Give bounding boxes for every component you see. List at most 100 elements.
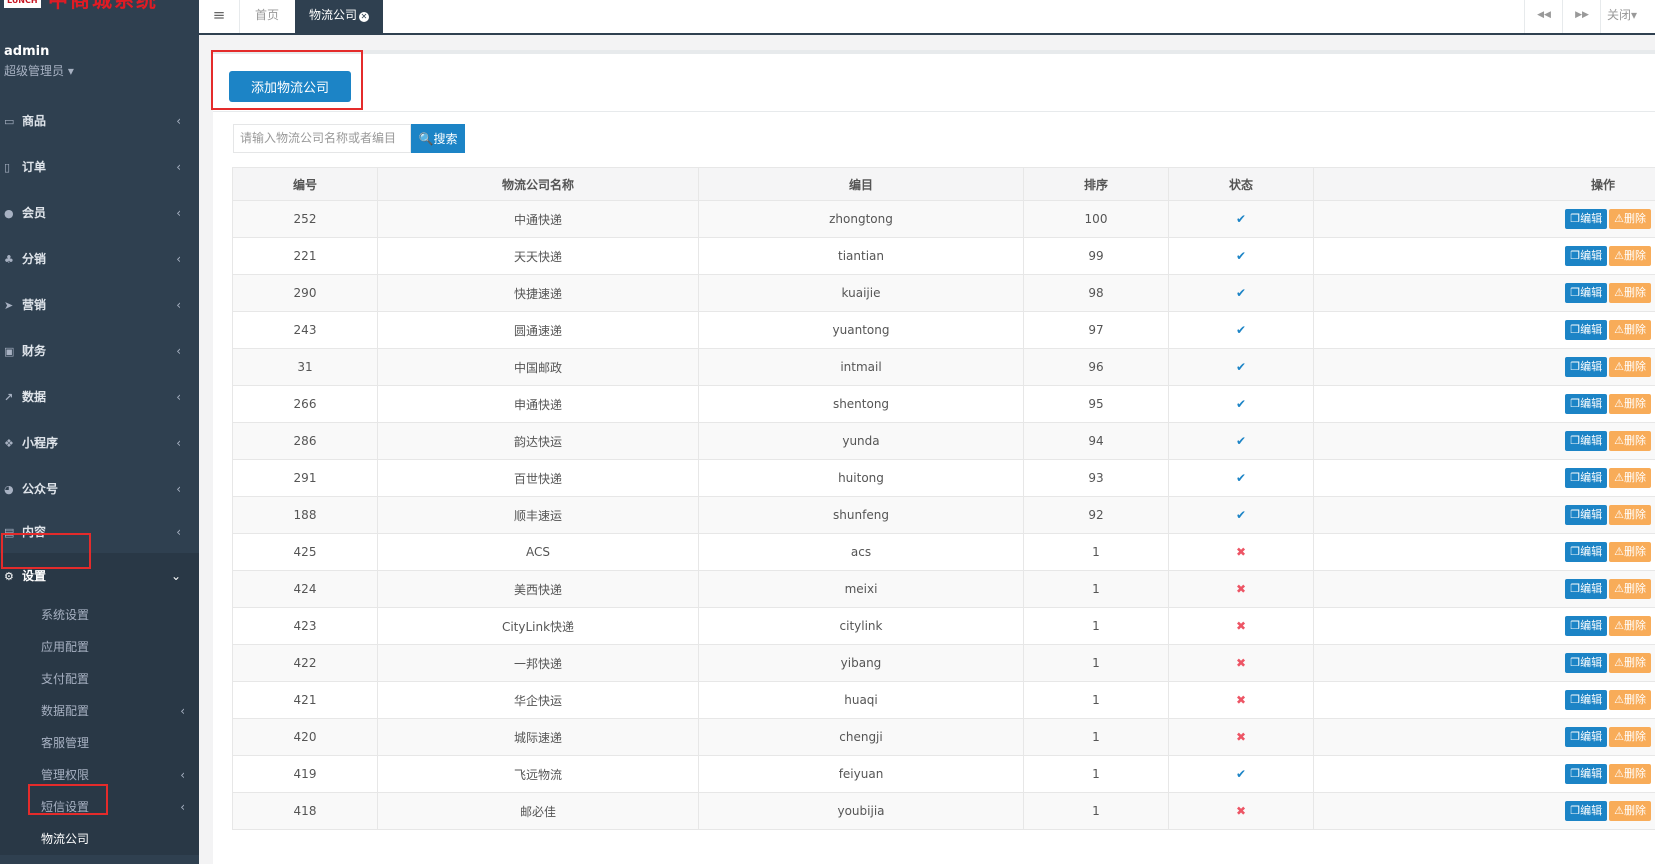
edit-button[interactable]: ❐编辑	[1565, 653, 1608, 673]
cell-status: ✖	[1168, 718, 1314, 756]
sidebar-item-9[interactable]: ▤ 内容 ‹	[0, 512, 199, 553]
submenu-item-label: 客服管理	[41, 736, 90, 750]
delete-button[interactable]: ⚠删除	[1609, 505, 1651, 525]
delete-button[interactable]: ⚠删除	[1609, 579, 1651, 599]
delete-label: 删除	[1624, 582, 1646, 595]
cell-code: tiantian	[698, 237, 1024, 275]
edit-icon: ❐	[1570, 804, 1581, 817]
cell-sort: 1	[1023, 533, 1169, 571]
menu-toggle-icon[interactable]: ≡	[199, 0, 240, 33]
delete-label: 删除	[1624, 249, 1646, 262]
sidebar-item-7[interactable]: ❖ 小程序 ‹	[0, 420, 199, 466]
edit-button[interactable]: ❐编辑	[1565, 764, 1608, 784]
edit-button[interactable]: ❐编辑	[1565, 690, 1608, 710]
sidebar-item-4[interactable]: ➤ 营销 ‹	[0, 282, 199, 328]
sidebar-item-5[interactable]: ▣ 财务 ‹	[0, 328, 199, 374]
warning-icon: ⚠	[1614, 804, 1624, 817]
add-logistics-company-button[interactable]: 添加物流公司	[229, 71, 351, 102]
cell-id: 243	[232, 311, 378, 349]
edit-button[interactable]: ❐编辑	[1565, 394, 1608, 414]
cross-icon: ✖	[1235, 545, 1247, 559]
warning-icon: ⚠	[1614, 471, 1624, 484]
warning-icon: ⚠	[1614, 545, 1624, 558]
sidebar-item-3[interactable]: ♣ 分销 ‹	[0, 236, 199, 282]
edit-button[interactable]: ❐编辑	[1565, 727, 1608, 747]
delete-button[interactable]: ⚠删除	[1609, 209, 1651, 229]
submenu-item-0[interactable]: 系统设置	[0, 599, 199, 631]
search-input[interactable]: 请输入物流公司名称或者编目	[233, 124, 411, 153]
submenu-item-5[interactable]: 管理权限 ‹	[0, 759, 199, 791]
delete-label: 删除	[1624, 693, 1646, 706]
edit-icon: ❐	[1570, 693, 1581, 706]
delete-button[interactable]: ⚠删除	[1609, 320, 1651, 340]
table-row: 31 中国邮政 intmail 96 ✔ ❐编辑 ⚠删除	[232, 348, 1655, 386]
cell-status: ✔	[1168, 348, 1314, 386]
delete-label: 删除	[1624, 656, 1646, 669]
close-tab-icon[interactable]: ✕	[359, 12, 369, 22]
edit-button[interactable]: ❐编辑	[1565, 246, 1608, 266]
delete-button[interactable]: ⚠删除	[1609, 542, 1651, 562]
user-profile[interactable]: admin 超级管理员 ▾	[4, 44, 74, 79]
close-tabs-dropdown[interactable]: 关闭▾	[1600, 0, 1643, 33]
delete-button[interactable]: ⚠删除	[1609, 653, 1651, 673]
submenu-item-4[interactable]: 客服管理	[0, 727, 199, 759]
edit-button[interactable]: ❐编辑	[1565, 579, 1608, 599]
cell-name: 申通快递	[377, 385, 699, 423]
delete-button[interactable]: ⚠删除	[1609, 468, 1651, 488]
edit-button[interactable]: ❐编辑	[1565, 357, 1608, 377]
submenu-item-2[interactable]: 支付配置	[0, 663, 199, 695]
search-button[interactable]: 🔍搜索	[411, 124, 465, 153]
edit-button[interactable]: ❐编辑	[1565, 283, 1608, 303]
edit-button[interactable]: ❐编辑	[1565, 209, 1608, 229]
cell-name: 中通快递	[377, 200, 699, 238]
delete-button[interactable]: ⚠删除	[1609, 431, 1651, 451]
user-role-dropdown[interactable]: 超级管理员 ▾	[4, 62, 74, 79]
submenu-item-6[interactable]: 短信设置 ‹	[0, 791, 199, 823]
cubes-icon: ❖	[4, 437, 14, 450]
sidebar-item-1[interactable]: ▯ 订单 ‹	[0, 144, 199, 190]
submenu-item-7[interactable]: 物流公司	[0, 823, 199, 855]
edit-button[interactable]: ❐编辑	[1565, 801, 1608, 821]
header-id: 编号	[232, 167, 378, 201]
tab-logistics[interactable]: 物流公司 ✕	[295, 0, 383, 33]
delete-button[interactable]: ⚠删除	[1609, 616, 1651, 636]
content-panel: 添加物流公司 请输入物流公司名称或者编目 🔍搜索 编号 物流公司名称 编目 排序…	[213, 50, 1655, 864]
edit-button[interactable]: ❐编辑	[1565, 431, 1608, 451]
scroll-tabs-right-icon[interactable]: ▶▶	[1562, 0, 1601, 33]
cell-code: intmail	[698, 348, 1024, 386]
check-icon: ✔	[1235, 434, 1247, 448]
delete-button[interactable]: ⚠删除	[1609, 727, 1651, 747]
edit-label: 编辑	[1580, 249, 1603, 262]
delete-button[interactable]: ⚠删除	[1609, 764, 1651, 784]
cell-id: 418	[232, 792, 378, 830]
tab-home[interactable]: 首页	[239, 0, 296, 33]
edit-label: 编辑	[1580, 360, 1603, 373]
edit-icon: ❐	[1570, 212, 1581, 225]
edit-button[interactable]: ❐编辑	[1565, 505, 1608, 525]
sidebar-item-2[interactable]: ● 会员 ‹	[0, 190, 199, 236]
cell-id: 422	[232, 644, 378, 682]
delete-button[interactable]: ⚠删除	[1609, 283, 1651, 303]
sidebar-item-6[interactable]: ↗ 数据 ‹	[0, 374, 199, 420]
submenu-item-3[interactable]: 数据配置 ‹	[0, 695, 199, 727]
delete-button[interactable]: ⚠删除	[1609, 246, 1651, 266]
delete-label: 删除	[1624, 545, 1646, 558]
delete-button[interactable]: ⚠删除	[1609, 801, 1651, 821]
scroll-tabs-left-icon[interactable]: ◀◀	[1524, 0, 1563, 33]
cell-status: ✖	[1168, 533, 1314, 571]
delete-button[interactable]: ⚠删除	[1609, 394, 1651, 414]
edit-button[interactable]: ❐编辑	[1565, 320, 1608, 340]
sidebar-item-8[interactable]: ◕ 公众号 ‹	[0, 466, 199, 512]
tab-logistics-label: 物流公司	[308, 8, 357, 22]
sidebar-item-10[interactable]: ⚙ 设置 ⌄	[0, 553, 199, 599]
edit-button[interactable]: ❐编辑	[1565, 616, 1608, 636]
delete-button[interactable]: ⚠删除	[1609, 690, 1651, 710]
edit-button[interactable]: ❐编辑	[1565, 468, 1608, 488]
edit-button[interactable]: ❐编辑	[1565, 542, 1608, 562]
submenu-item-1[interactable]: 应用配置	[0, 631, 199, 663]
edit-icon: ❐	[1570, 249, 1581, 262]
delete-button[interactable]: ⚠删除	[1609, 357, 1651, 377]
sidebar-item-0[interactable]: ▭ 商品 ‹	[0, 98, 199, 144]
edit-label: 编辑	[1580, 212, 1603, 225]
delete-label: 删除	[1624, 323, 1646, 336]
